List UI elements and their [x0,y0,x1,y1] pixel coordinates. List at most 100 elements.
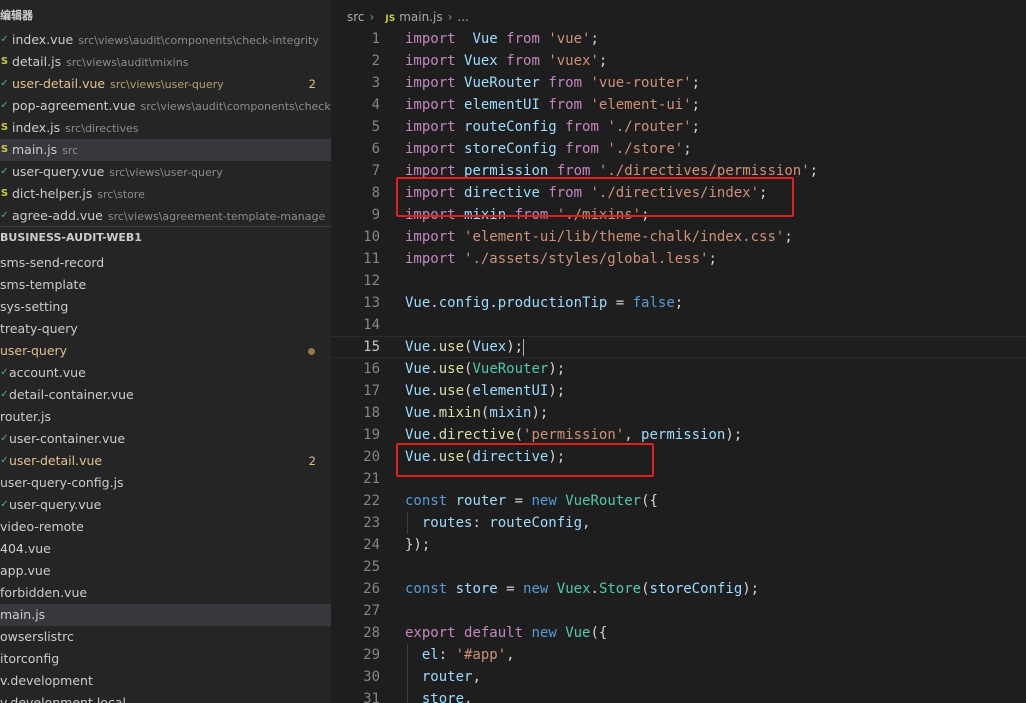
code-token: const [405,493,448,509]
code-token: 'vuex' [548,53,599,69]
tree-item[interactable]: app.vue [0,560,331,582]
code-line[interactable]: 12 [331,270,1026,292]
code-editor[interactable]: src › JS main.js ›... 1 import Vue from 'vue'… [331,0,1026,703]
vue-file-icon: ✓ [0,433,9,444]
line-text: import Vuex from 'vuex'; [405,50,607,72]
breadcrumb-symbols[interactable]: ... [457,10,468,24]
code-token: ; [590,31,599,47]
tree-item[interactable]: user-query [0,340,331,362]
tree-item[interactable]: itorconfig [0,648,331,670]
code-token: ({ [641,493,658,509]
open-editor-item[interactable]: ✓ agree-add.vue src\views\agreement-templa… [0,205,331,227]
tree-item[interactable]: v.development.local [0,692,331,703]
line-text: const store = new Vuex.Store(storeConfig… [405,578,759,600]
code-line[interactable]: 23 routes: routeConfig, [331,512,1026,534]
open-editor-item[interactable]: ✓ user-query.vue src\views\user-query [0,161,331,183]
line-number: 31 [363,691,380,703]
code-line[interactable]: 5 import routeConfig from './router'; [331,116,1026,138]
tree-item[interactable]: video-remote [0,516,331,538]
open-editor-item[interactable]: ✓ index.vue src\views\audit\components\che… [0,29,331,51]
code-line[interactable]: 1 import Vue from 'vue'; [331,28,1026,50]
tree-item[interactable]: forbidden.vue [0,582,331,604]
code-line[interactable]: 3 import VueRouter from 'vue-router'; [331,72,1026,94]
code-line[interactable]: 31 store, [331,688,1026,703]
code-line[interactable]: 27 [331,600,1026,622]
line-number: 26 [363,581,380,597]
tree-item[interactable]: ✓user-container.vue [0,428,331,450]
tree-item[interactable]: sys-setting [0,296,331,318]
code-line[interactable]: 6 import storeConfig from './store'; [331,138,1026,160]
tree-item[interactable]: ✓user-query.vue [0,494,331,516]
code-token: default [464,625,524,641]
line-number: 25 [363,559,380,575]
tree-item[interactable]: treaty-query [0,318,331,340]
code-line[interactable]: 4 import elementUI from 'element-ui'; [331,94,1026,116]
tree-item-label: v.development [0,673,93,688]
line-text: import Vue from 'vue'; [405,28,599,50]
code-line[interactable]: 18 Vue.mixin(mixin); [331,402,1026,424]
open-editor-item[interactable]: ✓ pop-agreement.vue src\views\audit\compon… [0,95,331,117]
code-token: , [624,427,642,443]
code-token: ; [708,251,717,267]
line-text: import elementUI from 'element-ui'; [405,94,700,116]
file-path: src\views\audit\components\check-i... [140,100,331,113]
open-editor-item[interactable]: Sdetail.js src\views\audit\mixins [0,51,331,73]
code-line[interactable]: 14 [331,314,1026,336]
tree-item[interactable]: 404.vue [0,538,331,560]
code-token: use [438,383,465,399]
code-token: from [506,53,540,69]
breadcrumb-file[interactable]: main.js [399,10,442,24]
code-token: Vue [472,31,498,47]
tree-item[interactable]: owserslistrc [0,626,331,648]
tree-item[interactable]: ✓detail-container.vue [0,384,331,406]
open-editor-item[interactable]: Smain.js src [0,139,331,161]
tree-item[interactable]: v.development [0,670,331,692]
code-line[interactable]: 26 const store = new Vuex.Store(storeConf… [331,578,1026,600]
tree-item-label: user-detail.vue [9,453,103,468]
tree-item-label: user-query-config.js [0,475,124,490]
open-editor-item[interactable]: Sdict-helper.js src\store [0,183,331,205]
code-token: 'permission' [523,427,625,443]
tree-item[interactable]: ✓account.vue [0,362,331,384]
open-editor-item[interactable]: ✓ user-detail.vue src\views\user-query 2 [0,73,331,95]
code-token: import [405,229,456,245]
highlight-box-directive-import [396,177,794,217]
code-line[interactable]: 13 Vue.config.productionTip = false; [331,292,1026,314]
code-line[interactable]: 15 Vue.use(Vuex); [331,336,1026,358]
code-token: }); [405,537,431,553]
code-line[interactable]: 28 export default new Vue({ [331,622,1026,644]
tree-item-label: sms-send-record [0,255,105,270]
open-editors-header[interactable]: 编辑器 [0,6,33,26]
breadcrumb: src › JS main.js ›... [347,7,469,27]
tree-item[interactable]: router.js [0,406,331,428]
code-line[interactable]: 29 el: '#app', [331,644,1026,666]
tree-item[interactable]: sms-template [0,274,331,296]
line-number: 1 [371,31,380,47]
code-token: import [405,251,456,267]
code-token: storeConfig [464,141,557,157]
code-token: './assets/styles/global.less' [464,251,709,267]
tree-item[interactable]: sms-send-record [0,252,331,274]
code-line[interactable]: 17 Vue.use(elementUI); [331,380,1026,402]
code-line[interactable]: 25 [331,556,1026,578]
breadcrumb-folder[interactable]: src [347,10,365,24]
code-line[interactable]: 11 import './assets/styles/global.less'; [331,248,1026,270]
tree-item[interactable]: user-query-config.js [0,472,331,494]
project-root-header[interactable]: BUSINESS-AUDIT-WEB1 [0,227,331,249]
line-number: 28 [363,625,380,641]
code-line[interactable]: 24}); [331,534,1026,556]
vue-file-icon: ✓ [0,166,9,177]
tree-item[interactable]: ✓user-detail.vue 2 [0,450,331,472]
code-token: ; [691,75,701,91]
tree-item[interactable]: main.js [0,604,331,626]
code-line[interactable]: 22 const router = new VueRouter({ [331,490,1026,512]
code-line[interactable]: 10 import 'element-ui/lib/theme-chalk/ind… [331,226,1026,248]
line-text: Vue.config.productionTip = false; [405,292,683,314]
line-number: 15 [363,339,380,355]
code-line[interactable]: 2 import Vuex from 'vuex'; [331,50,1026,72]
open-editor-item[interactable]: Sindex.js src\directives [0,117,331,139]
file-name: user-detail.vue [12,76,106,91]
code-line[interactable]: 30 router, [331,666,1026,688]
code-token: import [405,97,456,113]
code-line[interactable]: 16 Vue.use(VueRouter); [331,358,1026,380]
